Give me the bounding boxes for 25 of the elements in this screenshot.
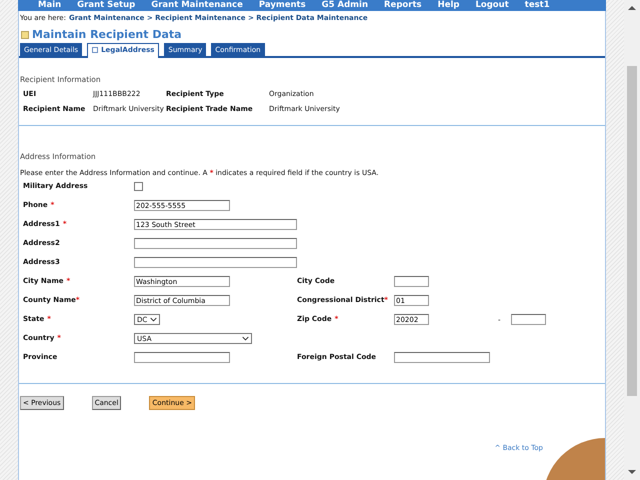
chevron-down-icon: [242, 336, 249, 341]
scrollbar[interactable]: [624, 0, 640, 480]
page-title: Maintain Recipient Data: [32, 28, 182, 41]
nav-link[interactable]: Grant Setup: [69, 0, 144, 11]
nav-link[interactable]: Logout: [467, 0, 517, 11]
nav-link[interactable]: Reports: [376, 0, 430, 11]
input-field[interactable]: [510, 314, 546, 325]
input-field[interactable]: [394, 276, 429, 287]
nav-link[interactable]: Help: [430, 0, 468, 11]
checkbox[interactable]: [134, 182, 143, 191]
input-field[interactable]: [134, 352, 230, 363]
nav-link[interactable]: test1: [516, 0, 558, 11]
scroll-thumb[interactable]: [627, 66, 637, 396]
input-field[interactable]: [134, 257, 297, 268]
scroll-down-icon[interactable]: [628, 470, 636, 474]
page-icon: [21, 30, 29, 38]
scroll-up-icon[interactable]: [628, 6, 636, 10]
nav-link[interactable]: Payments: [250, 0, 314, 11]
input-field[interactable]: [394, 352, 490, 363]
input-field[interactable]: [134, 238, 297, 249]
nav-link[interactable]: G5 Admin: [314, 0, 376, 11]
nav-link[interactable]: Main: [30, 0, 70, 11]
document-icon: [92, 47, 98, 53]
chevron-down-icon: [150, 317, 157, 322]
nav-link[interactable]: Grant Maintenance: [143, 0, 251, 11]
